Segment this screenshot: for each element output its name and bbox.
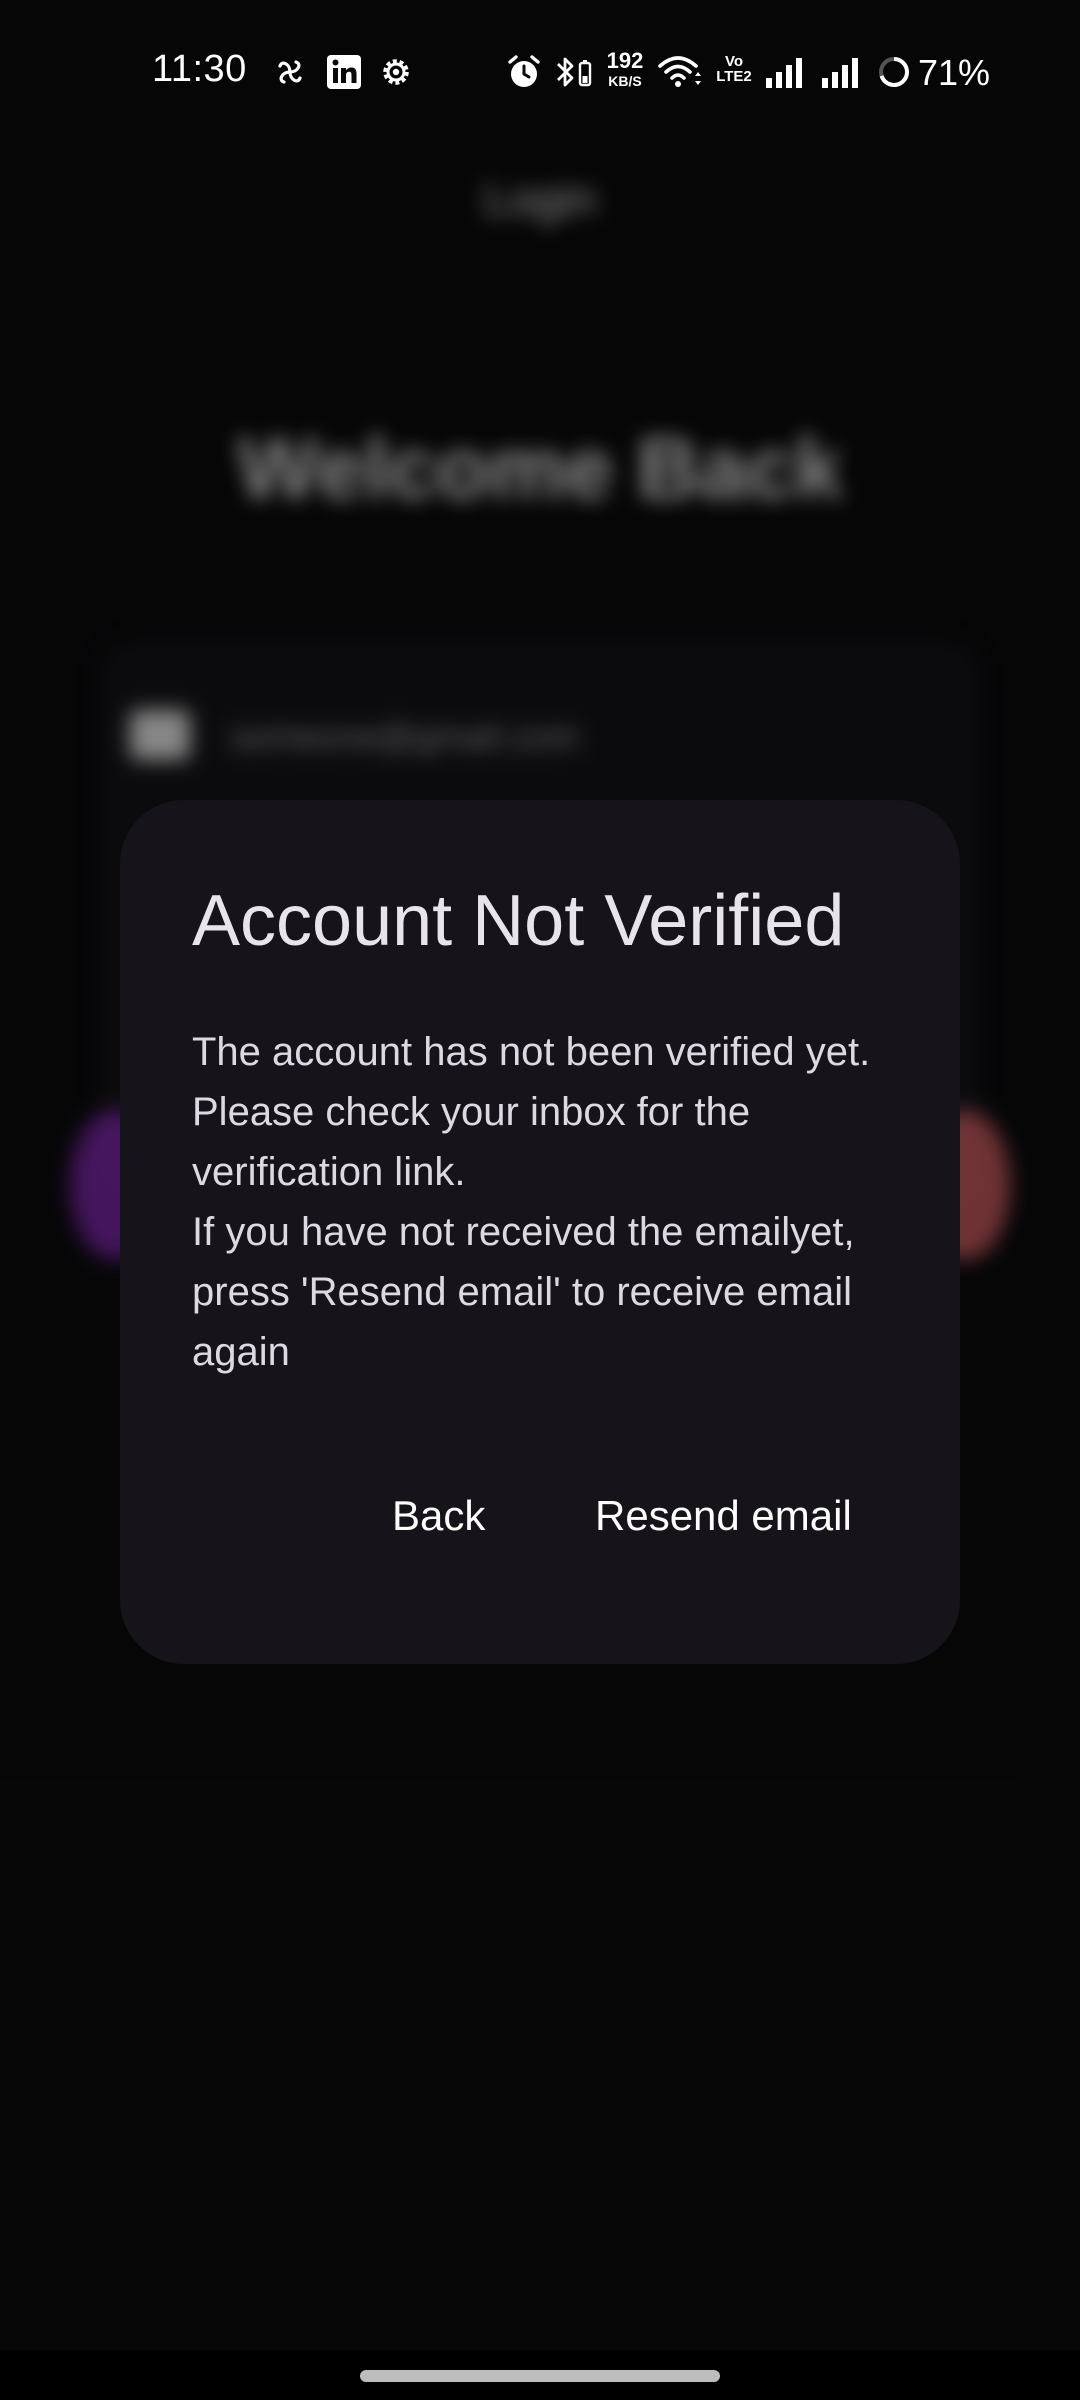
dialog-message-line-1: The account has not been verified yet. P… xyxy=(192,1030,871,1194)
wifi-icon xyxy=(658,56,701,87)
bluetooth-battery-icon xyxy=(557,57,592,87)
screen: 11:30 192 KB/S Vo LTE2 71% Login Welcome… xyxy=(0,0,1080,2400)
network-speed-unit: KB/S xyxy=(608,73,642,89)
signal-icon xyxy=(766,58,802,88)
settings-gear-icon xyxy=(383,59,409,85)
dialog-message: The account has not been verified yet. P… xyxy=(192,1022,912,1382)
pinwheel-icon xyxy=(278,60,302,84)
battery-ring-icon xyxy=(879,57,909,87)
status-time: 11:30 xyxy=(152,48,247,90)
signal-icon xyxy=(822,58,858,88)
navigation-bar xyxy=(0,2350,1080,2400)
linkedin-icon xyxy=(327,55,361,89)
volte-bottom-label: LTE2 xyxy=(716,68,752,85)
dialog-message-line-2: If you have not received the emailyet, p… xyxy=(192,1210,855,1374)
resend-email-button[interactable]: Resend email xyxy=(595,1492,852,1540)
battery-percent: 71% xyxy=(918,52,991,93)
network-speed: 192 KB/S xyxy=(600,48,650,89)
account-not-verified-dialog: Account Not Verified The account has not… xyxy=(120,800,960,1664)
network-speed-value: 192 xyxy=(606,48,644,73)
dialog-title: Account Not Verified xyxy=(192,881,845,961)
alarm-icon xyxy=(508,55,540,87)
volte-indicator: Vo LTE2 xyxy=(712,54,756,84)
gesture-handle[interactable] xyxy=(360,2370,720,2382)
back-button[interactable]: Back xyxy=(392,1492,485,1540)
volte-top-label: Vo xyxy=(724,53,744,70)
status-bar: 11:30 192 KB/S Vo LTE2 71% xyxy=(0,0,1080,140)
